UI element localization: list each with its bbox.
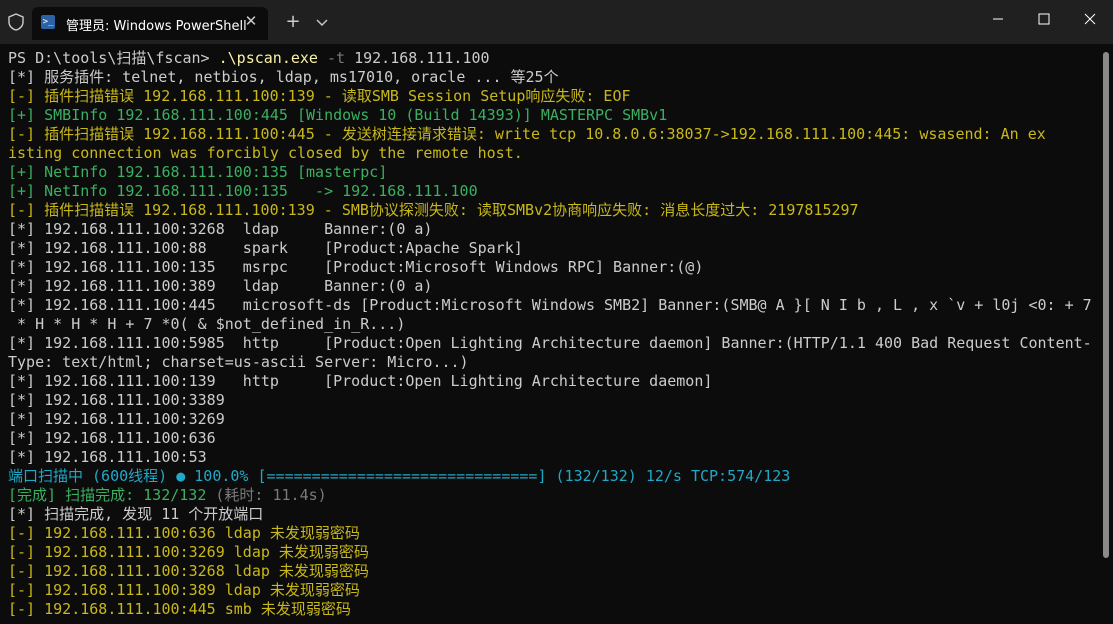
terminal-line: [+] NetInfo 192.168.111.100:135 -> 192.1… xyxy=(8,182,478,201)
terminal-text: [-] 192.168.111.100:445 smb 未发现弱密码 xyxy=(8,600,351,618)
terminal-text: [+] NetInfo 192.168.111.100:135 -> 192.1… xyxy=(8,182,478,200)
terminal-line: [*] 192.168.111.100:5985 http [Product:O… xyxy=(8,334,1092,353)
shield-icon xyxy=(8,13,24,31)
terminal-line: [*] 192.168.111.100:445 microsoft-ds [Pr… xyxy=(8,296,1092,315)
scrollbar[interactable] xyxy=(1103,52,1109,558)
terminal-line: [-] 插件扫描错误 192.168.111.100:139 - SMB协议探测… xyxy=(8,201,859,220)
close-tab-button[interactable]: ✕ xyxy=(242,12,260,30)
terminal-text: [*] 192.168.111.100:3269 xyxy=(8,410,225,428)
terminal-text: PS D:\tools\扫描\fscan> xyxy=(8,49,219,67)
tab-title: 管理员: Windows PowerShell xyxy=(66,19,247,34)
terminal-line: [*] 192.168.111.100:139 http [Product:Op… xyxy=(8,372,712,391)
terminal-text: [*] 192.168.111.100:135 msrpc [Product:M… xyxy=(8,258,704,276)
terminal-text: [*] 192.168.111.100:389 ldap Banner:(0 a… xyxy=(8,277,433,295)
terminal-line: [完成] 扫描完成: 132/132 (耗时: 11.4s) xyxy=(8,486,327,505)
terminal-line: [*] 192.168.111.100:3269 xyxy=(8,410,225,429)
terminal-text: [*] 扫描完成, 发现 11 个开放端口 xyxy=(8,505,264,523)
terminal-line: [+] SMBInfo 192.168.111.100:445 [Windows… xyxy=(8,106,667,125)
new-tab-button[interactable]: + xyxy=(282,11,304,33)
terminal-output[interactable]: PS D:\tools\扫描\fscan> .\pscan.exe -t 192… xyxy=(0,44,1113,624)
terminal-line: [-] 192.168.111.100:445 smb 未发现弱密码 xyxy=(8,600,351,619)
terminal-text: [*] 192.168.111.100:88 spark [Product:Ap… xyxy=(8,239,523,257)
terminal-line: [-] 插件扫描错误 192.168.111.100:445 - 发送树连接请求… xyxy=(8,125,1046,144)
terminal-text: (耗时: 11.4s) xyxy=(215,486,327,504)
terminal-text: .\pscan.exe xyxy=(218,49,318,67)
terminal-line: [*] 192.168.111.100:88 spark [Product:Ap… xyxy=(8,239,523,258)
maximize-button[interactable] xyxy=(1021,0,1067,40)
terminal-text: [*] 192.168.111.100:445 microsoft-ds [Pr… xyxy=(8,296,1092,314)
terminal-text: * H * H * H + 7 *0( & $not_defined_in_R.… xyxy=(8,315,406,333)
terminal-line: [*] 192.168.111.100:389 ldap Banner:(0 a… xyxy=(8,277,432,296)
terminal-text: 端口扫描中 (600线程) ● 100.0% [================… xyxy=(8,467,791,485)
terminal-text: [-] 192.168.111.100:3268 ldap 未发现弱密码 xyxy=(8,562,369,580)
tab-powershell[interactable]: >_ 管理员: Windows PowerShell ✕ xyxy=(32,7,268,40)
terminal-line: [*] 192.168.111.100:3268 ldap Banner:(0 … xyxy=(8,220,432,239)
terminal-text: [-] 插件扫描错误 192.168.111.100:445 - 发送树连接请求… xyxy=(8,125,1046,143)
terminal-text: [*] 192.168.111.100:3389 xyxy=(8,391,225,409)
terminal-line: [*] 服务插件: telnet, netbios, ldap, ms17010… xyxy=(8,68,559,87)
terminal-text: [+] SMBInfo 192.168.111.100:445 [Windows… xyxy=(8,106,668,124)
terminal-text: [*] 192.168.111.100:53 xyxy=(8,448,207,466)
terminal-line: [*] 192.168.111.100:636 xyxy=(8,429,216,448)
terminal-text: [-] 192.168.111.100:3269 ldap 未发现弱密码 xyxy=(8,543,369,561)
terminal-text: [*] 服务插件: telnet, netbios, ldap, ms17010… xyxy=(8,68,559,86)
terminal-line: [-] 插件扫描错误 192.168.111.100:139 - 读取SMB S… xyxy=(8,87,631,106)
terminal-text: [-] 插件扫描错误 192.168.111.100:139 - 读取SMB S… xyxy=(8,87,631,105)
terminal-text: [-] 192.168.111.100:389 ldap 未发现弱密码 xyxy=(8,581,360,599)
minimize-button[interactable] xyxy=(975,0,1021,40)
terminal-line: * H * H * H + 7 *0( & $not_defined_in_R.… xyxy=(8,315,405,334)
terminal-line: [+] NetInfo 192.168.111.100:135 [masterp… xyxy=(8,163,387,182)
terminal-line: 端口扫描中 (600线程) ● 100.0% [================… xyxy=(8,467,790,486)
terminal-line: PS D:\tools\扫描\fscan> .\pscan.exe -t 192… xyxy=(8,49,490,68)
title-bar: >_ 管理员: Windows PowerShell ✕ + xyxy=(0,0,1113,44)
chevron-down-icon[interactable] xyxy=(312,11,332,33)
terminal-line: [*] 192.168.111.100:135 msrpc [Product:M… xyxy=(8,258,703,277)
terminal-line: [*] 192.168.111.100:3389 xyxy=(8,391,225,410)
terminal-text: [完成] 扫描完成: 132/132 xyxy=(8,486,216,504)
terminal-text: [+] NetInfo 192.168.111.100:135 [masterp… xyxy=(8,163,388,181)
terminal-line: [-] 192.168.111.100:389 ldap 未发现弱密码 xyxy=(8,581,360,600)
terminal-line: [*] 192.168.111.100:53 xyxy=(8,448,207,467)
terminal-text: [-] 插件扫描错误 192.168.111.100:139 - SMB协议探测… xyxy=(8,201,859,219)
terminal-line: Type: text/html; charset=us-ascii Server… xyxy=(8,353,469,372)
terminal-text: -t xyxy=(317,49,355,67)
terminal-text: 192.168.111.100 xyxy=(354,49,490,67)
terminal-text: [*] 192.168.111.100:5985 http [Product:O… xyxy=(8,334,1092,352)
terminal-line: [-] 192.168.111.100:3268 ldap 未发现弱密码 xyxy=(8,562,369,581)
terminal-text: isting connection was forcibly closed by… xyxy=(8,144,523,162)
powershell-icon: >_ xyxy=(41,15,55,29)
terminal-line: [*] 扫描完成, 发现 11 个开放端口 xyxy=(8,505,263,524)
terminal-line: [-] 192.168.111.100:636 ldap 未发现弱密码 xyxy=(8,524,360,543)
terminal-text: [-] 192.168.111.100:636 ldap 未发现弱密码 xyxy=(8,524,360,542)
terminal-text: [*] 192.168.111.100:139 http [Product:Op… xyxy=(8,372,713,390)
terminal-line: [-] 192.168.111.100:3269 ldap 未发现弱密码 xyxy=(8,543,369,562)
close-window-button[interactable] xyxy=(1067,0,1113,40)
terminal-text: [*] 192.168.111.100:3268 ldap Banner:(0 … xyxy=(8,220,433,238)
terminal-line: isting connection was forcibly closed by… xyxy=(8,144,523,163)
terminal-text: Type: text/html; charset=us-ascii Server… xyxy=(8,353,469,371)
terminal-text: [*] 192.168.111.100:636 xyxy=(8,429,216,447)
